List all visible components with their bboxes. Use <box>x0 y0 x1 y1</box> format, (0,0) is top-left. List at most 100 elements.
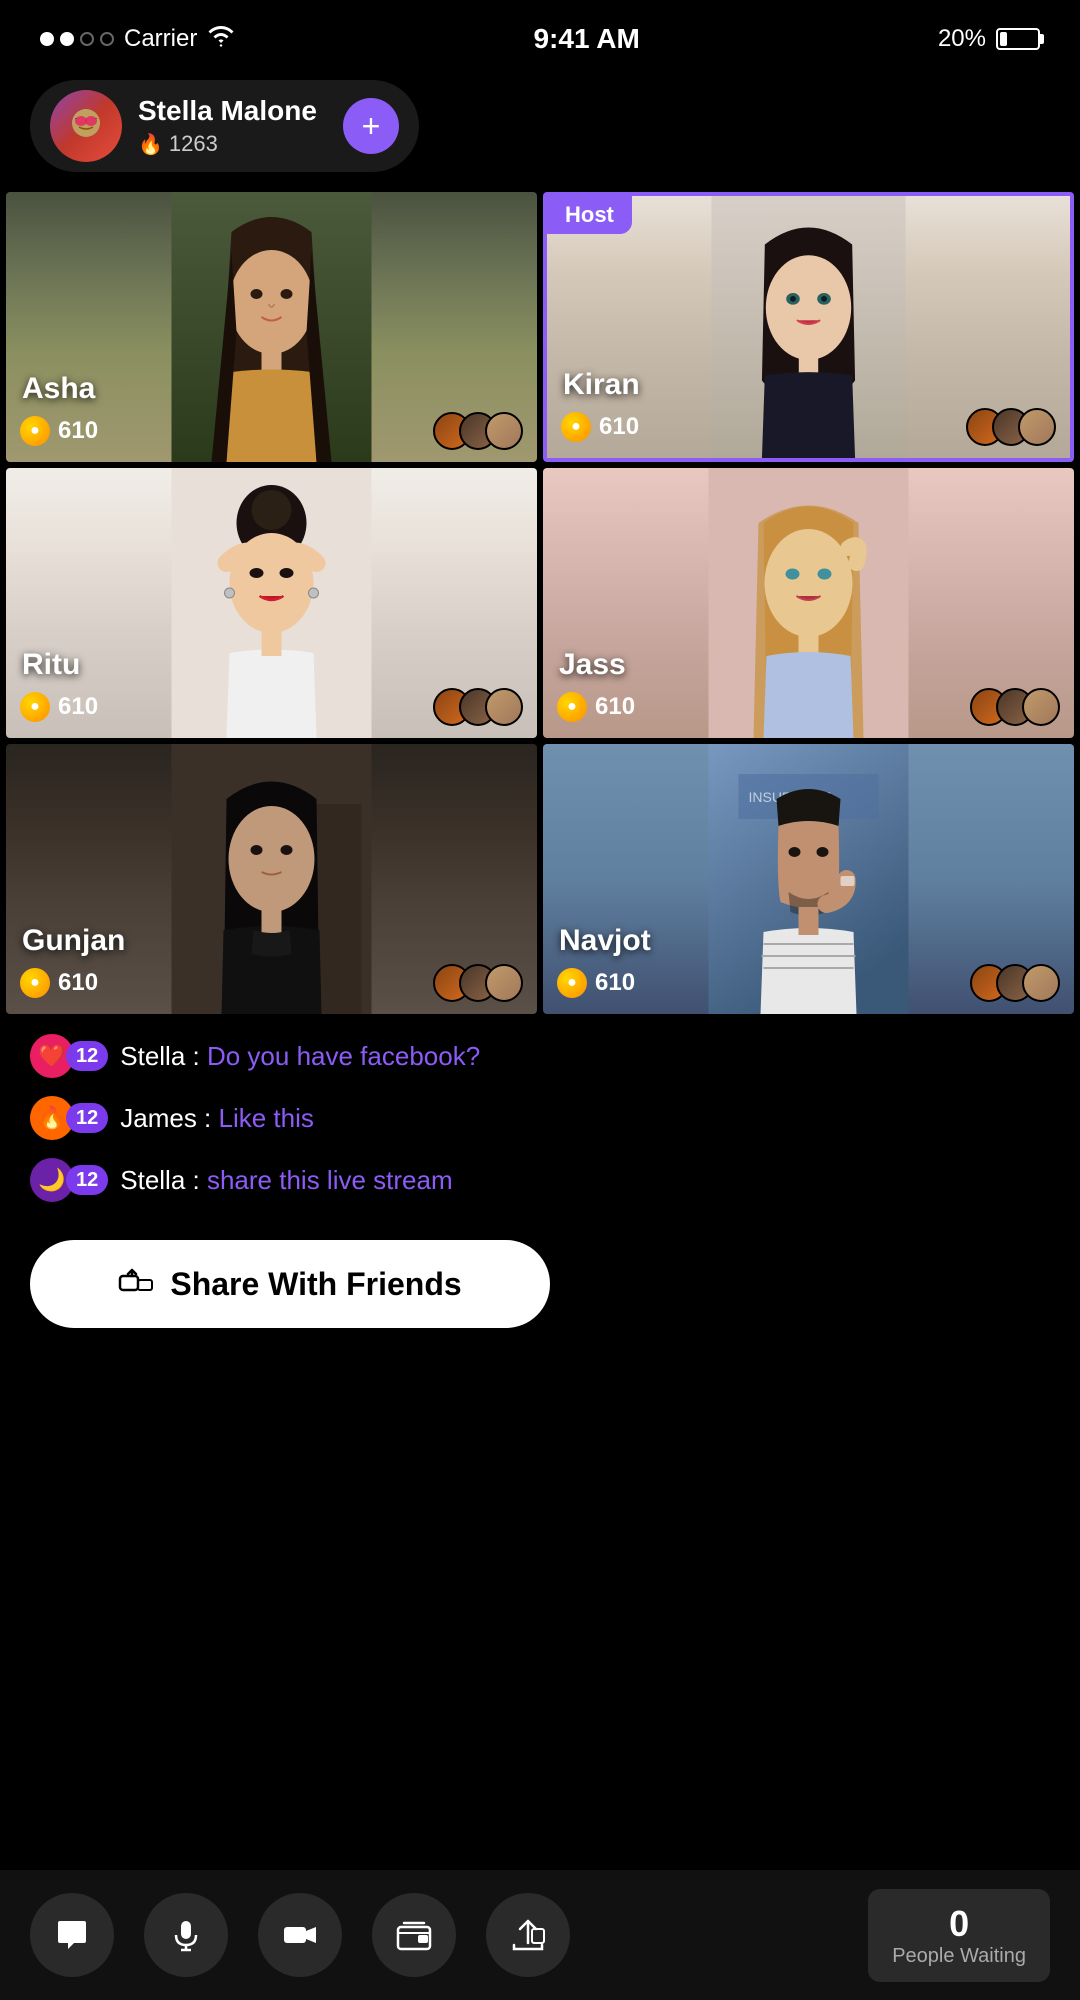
coin-score-jass: ● 610 <box>557 692 635 722</box>
signal-dot-1 <box>40 32 54 46</box>
badge-number-3: 12 <box>66 1165 108 1195</box>
viewer-avatars-asha <box>433 412 523 450</box>
video-cell-navjot[interactable]: INSURANCE Navjot ● 610 <box>543 744 1074 1014</box>
video-cell-ritu[interactable]: Ritu ● 610 <box>6 468 537 738</box>
host-badge: Host <box>547 196 632 234</box>
coin-score-navjot: ● 610 <box>557 968 635 998</box>
video-button[interactable] <box>258 1893 342 1977</box>
chat-message-3: 🌙 12 Stella : share this live stream <box>30 1158 1050 1202</box>
viewer-avatars-jass <box>970 688 1060 726</box>
chat-username-1: Stella : <box>120 1041 207 1071</box>
coin-icon-jass: ● <box>557 692 587 722</box>
signal-dot-2 <box>60 32 74 46</box>
badge-number-2: 12 <box>66 1103 108 1133</box>
viewer-avatars-gunjan <box>433 964 523 1002</box>
wifi-icon <box>207 25 235 53</box>
profile-info: Stella Malone 🔥 1263 <box>138 95 317 157</box>
share-with-friends-button[interactable]: Share With Friends <box>30 1240 550 1328</box>
wallet-button[interactable] <box>372 1893 456 1977</box>
chat-badge-2: 🔥 12 <box>30 1096 108 1140</box>
viewer-avatar-n3 <box>1022 964 1060 1002</box>
signal-dots <box>40 32 114 46</box>
viewer-avatar-g3 <box>485 964 523 1002</box>
cell-bottom-navjot: ● 610 <box>543 964 1074 1002</box>
people-waiting-panel: 0 People Waiting <box>868 1889 1050 1982</box>
cell-bottom-jass: ● 610 <box>543 688 1074 726</box>
cell-bottom-ritu: ● 610 <box>6 688 537 726</box>
score-gunjan: 610 <box>58 969 98 997</box>
battery-info: 20% <box>938 25 1040 53</box>
coin-score-gunjan: ● 610 <box>20 968 98 998</box>
status-bar: Carrier 9:41 AM 20% <box>0 0 1080 70</box>
cell-name-ritu: Ritu <box>22 648 80 682</box>
coin-icon: ● <box>20 416 50 446</box>
viewer-avatar-3 <box>485 412 523 450</box>
chat-message-2: 🔥 12 James : Like this <box>30 1096 1050 1140</box>
viewer-avatar-r3 <box>485 688 523 726</box>
mic-button[interactable] <box>144 1893 228 1977</box>
carrier-info: Carrier <box>40 25 235 53</box>
score-jass: 610 <box>595 693 635 721</box>
cell-name-kiran: Kiran <box>563 368 640 402</box>
coin-icon-gunjan: ● <box>20 968 50 998</box>
chat-text-1: Stella : Do you have facebook? <box>120 1041 480 1072</box>
share-button-container: Share With Friends <box>0 1230 1080 1348</box>
viewer-avatars-navjot <box>970 964 1060 1002</box>
coin-score-kiran: ● 610 <box>561 412 639 442</box>
chat-text-3: Stella : share this live stream <box>120 1165 452 1196</box>
share-icon <box>118 1262 154 1306</box>
bottom-actions <box>30 1893 570 1977</box>
chat-message-content-1: Do you have facebook? <box>207 1041 480 1071</box>
chat-text-2: James : Like this <box>120 1103 314 1134</box>
avatar-inner <box>50 90 122 162</box>
score-navjot: 610 <box>595 969 635 997</box>
chat-username-3: Stella : <box>120 1165 207 1195</box>
battery-percentage: 20% <box>938 25 986 53</box>
signal-dot-3 <box>80 32 94 46</box>
cell-name-asha: Asha <box>22 372 95 406</box>
chat-message-content-3: share this live stream <box>207 1165 453 1195</box>
signal-dot-4 <box>100 32 114 46</box>
flame-icon: 🔥 <box>138 132 163 157</box>
score-value: 1263 <box>169 131 218 157</box>
carrier-label: Carrier <box>124 25 197 53</box>
viewer-avatar-j3 <box>1022 688 1060 726</box>
badge-number-1: 12 <box>66 1041 108 1071</box>
cell-name-navjot: Navjot <box>559 924 651 958</box>
people-waiting-label: People Waiting <box>892 1945 1026 1968</box>
chat-badge-1: ❤️ 12 <box>30 1034 108 1078</box>
viewer-avatars-kiran <box>966 408 1056 446</box>
profile-name: Stella Malone <box>138 95 317 127</box>
video-cell-asha[interactable]: Asha ● 610 <box>6 192 537 462</box>
share-button-bottom[interactable] <box>486 1893 570 1977</box>
cell-bottom-asha: ● 610 <box>6 412 537 450</box>
chat-button[interactable] <box>30 1893 114 1977</box>
chat-badge-3: 🌙 12 <box>30 1158 108 1202</box>
cell-name-gunjan: Gunjan <box>22 924 125 958</box>
score-asha: 610 <box>58 417 98 445</box>
coin-icon-navjot: ● <box>557 968 587 998</box>
battery-icon <box>996 28 1040 50</box>
plus-icon: + <box>362 108 381 145</box>
people-waiting-count: 0 <box>892 1903 1026 1945</box>
profile-header: Stella Malone 🔥 1263 + <box>30 80 419 172</box>
bottom-bar: 0 People Waiting <box>0 1870 1080 2000</box>
coin-icon-kiran: ● <box>561 412 591 442</box>
score-ritu: 610 <box>58 693 98 721</box>
cell-bottom-kiran: ● 610 <box>547 408 1070 446</box>
time-display: 9:41 AM <box>533 23 639 55</box>
score-kiran: 610 <box>599 413 639 441</box>
chat-section: ❤️ 12 Stella : Do you have facebook? 🔥 1… <box>0 1014 1080 1230</box>
cell-name-jass: Jass <box>559 648 626 682</box>
coin-score-asha: ● 610 <box>20 416 98 446</box>
profile-score: 🔥 1263 <box>138 131 317 157</box>
video-cell-kiran[interactable]: Host Kiran <box>543 192 1074 462</box>
share-button-label: Share With Friends <box>170 1266 461 1303</box>
video-cell-gunjan[interactable]: Gunjan ● 610 <box>6 744 537 1014</box>
chat-username-2: James : <box>120 1103 218 1133</box>
viewer-avatars-ritu <box>433 688 523 726</box>
video-cell-jass[interactable]: Jass ● 610 <box>543 468 1074 738</box>
add-button[interactable]: + <box>343 98 399 154</box>
avatar <box>50 90 122 162</box>
coin-score-ritu: ● 610 <box>20 692 98 722</box>
